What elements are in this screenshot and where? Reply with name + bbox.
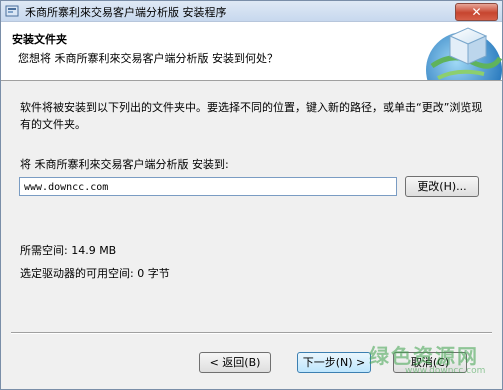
back-button[interactable]: < 返回(B) [199,352,271,373]
header-subtitle: 您想将 禾商所寨利來交易客户端分析版 安装到何处？ [18,52,278,65]
installer-window: 禾商所寨利來交易客户端分析版 安装程序 ✕ 安装文件夹 您想将 禾商所寨利來交易… [0,0,503,390]
space-required-text: 所需空间: 14.9 MB [20,244,117,257]
header-title: 安装文件夹 [12,33,67,46]
window-title: 禾商所寨利來交易客户端分析版 安装程序 [25,6,227,19]
next-button[interactable]: 下一步(N) > [297,352,371,373]
install-cube-globe-icon [426,27,502,80]
space-available-text: 选定驱动器的可用空间: 0 字节 [20,267,170,280]
close-button[interactable]: ✕ [455,3,498,21]
installer-app-icon [5,5,19,17]
wizard-header: 安装文件夹 您想将 禾商所寨利來交易客户端分析版 安装到何处？ [1,22,502,81]
install-path-label: 将 禾商所寨利來交易客户端分析版 安装到: [20,158,229,171]
watermark-text: 绿色资源网 [369,344,479,368]
change-button[interactable]: 更改(H)... [405,176,479,197]
site-watermark: 绿色资源网 www.downcc.com [369,340,499,384]
footer-divider [11,332,492,334]
install-path-input[interactable]: www.downcc.com [19,177,397,196]
watermark-url: www.downcc.com [405,366,486,376]
title-bar[interactable]: 禾商所寨利來交易客户端分析版 安装程序 ✕ [1,1,502,22]
instruction-text: 软件将被安装到以下列出的文件夹中。要选择不同的位置，键入新的路径，或单击“更改”… [20,101,483,131]
